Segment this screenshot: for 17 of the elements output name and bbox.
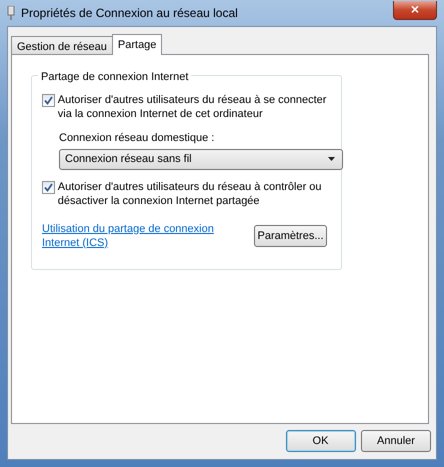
network-dropdown[interactable]: Connexion réseau sans fil <box>59 148 343 170</box>
tab[interactable]: Gestion de réseau <box>11 36 113 54</box>
group-title: Partage de connexion Internet <box>38 69 192 86</box>
tab[interactable]: Partage <box>112 34 162 55</box>
dialog-button[interactable]: Annuler <box>361 430 431 452</box>
settings-button[interactable]: Paramètres... <box>254 224 327 247</box>
field-label: Connexion réseau domestique : <box>59 130 216 146</box>
network-icon <box>7 6 15 20</box>
help-link[interactable]: Utilisation du partage de connexion Internet (ICS) <box>42 222 242 250</box>
checkbox-label: Autoriser d'autres utilisateurs du réseau à contrôler ou désactiver la connexion Internet partagée <box>58 180 323 208</box>
dropdown-arrow-icon <box>328 157 335 162</box>
checkbox[interactable] <box>42 180 55 194</box>
dialog-button[interactable]: OK <box>286 430 356 452</box>
checkbox[interactable] <box>42 94 55 106</box>
window-title: Propriétés de Connexion au réseau local <box>21 5 238 22</box>
checkbox-label: Autoriser d'autres utilisateurs du réseau à se connecter via la connexion Internet de cet ordinateur <box>58 92 327 120</box>
close-button[interactable]: × <box>393 0 437 20</box>
